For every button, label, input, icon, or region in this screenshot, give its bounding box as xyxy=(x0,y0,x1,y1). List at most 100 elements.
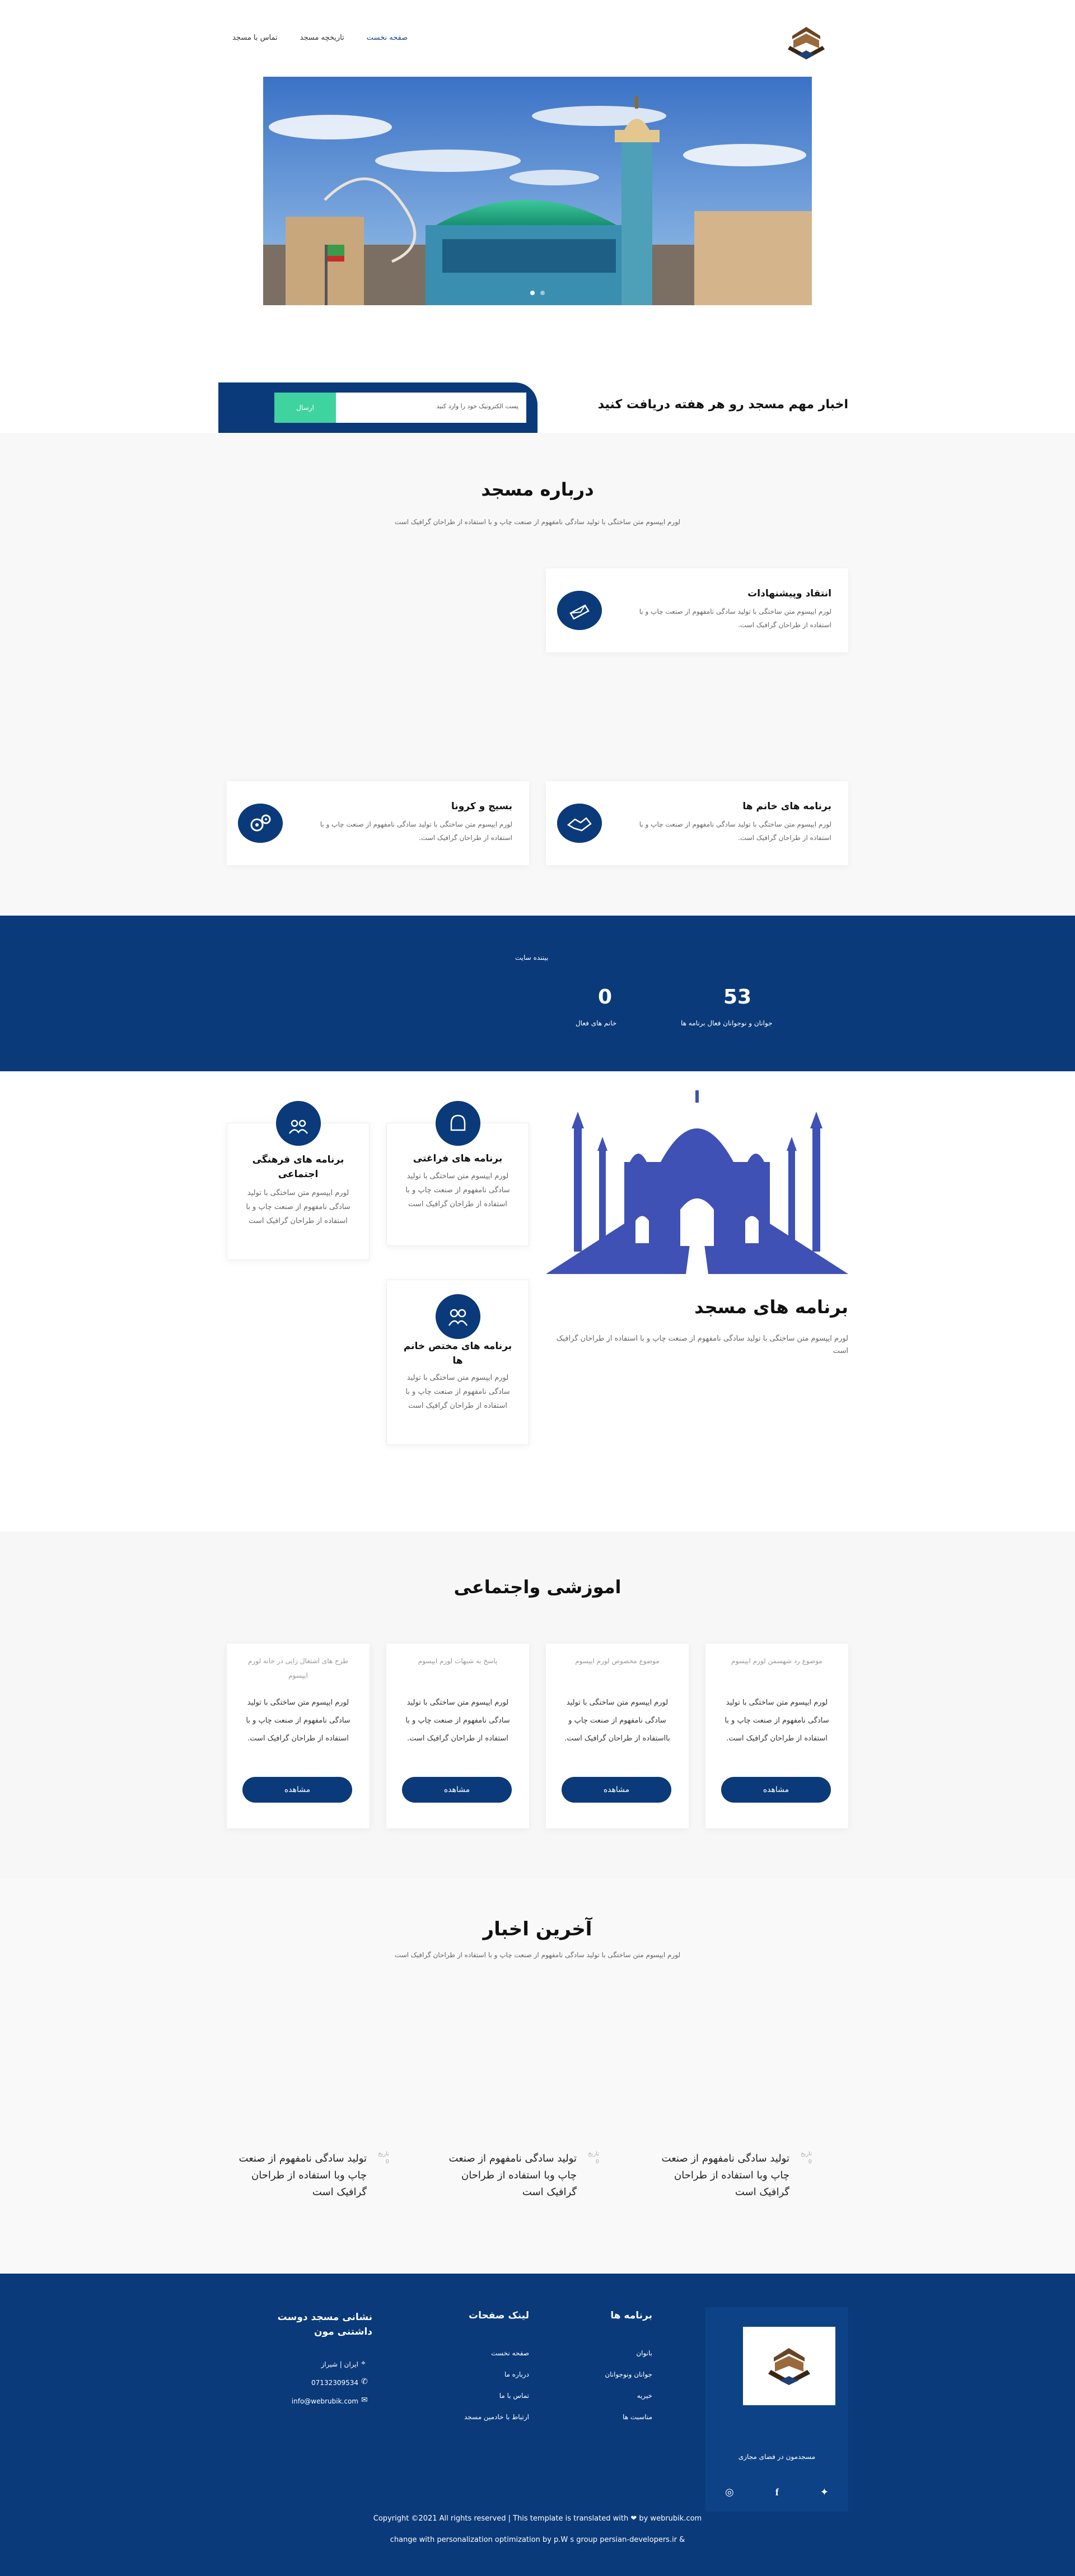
education-card: موضوع مخصوص لورم ایپسوم لورم ایپسوم متن … xyxy=(546,1644,689,1828)
about-subtitle: لورم ایپسوم متن ساختگی با تولید سادگی نا… xyxy=(394,518,681,526)
feature-text: لورم ایپسوم متن ساختگی با تولید سادگی نا… xyxy=(639,820,831,842)
program-card: برنامه های فرهنگی اجتماعی لورم ایپسوم مت… xyxy=(227,1101,370,1260)
news-headline[interactable]: تولید سادگی نامفهوم از صنعت چاپ وبا استف… xyxy=(232,2150,367,2201)
education-card-heading: طرح های اشتغال زایی در خانه لورم ایپسوم xyxy=(248,1657,348,1679)
slider-dot[interactable] xyxy=(530,291,535,295)
news-meta: تاریخ 0 xyxy=(588,2151,599,2165)
slider-dot[interactable] xyxy=(540,291,545,295)
feature-title: بسیج و کرونا xyxy=(451,801,512,812)
program-title: برنامه های فرهنگی اجتماعی xyxy=(252,1154,344,1180)
program-card: برنامه های فراغتی لورم ایپسوم متن ساختگی… xyxy=(386,1101,529,1246)
envelope-icon xyxy=(557,591,602,630)
footer-page-link[interactable]: درباره ما xyxy=(504,2370,529,2378)
footer-email[interactable]: info@webrubik.com xyxy=(292,2397,358,2405)
feature-text: لورم ایپسوم متن ساختگی با تولید سادگی نا… xyxy=(320,820,512,842)
hero-slider[interactable] xyxy=(263,77,812,305)
footer-phone[interactable]: 07132309534 xyxy=(311,2379,358,2387)
newsletter-submit-button[interactable]: ارسال xyxy=(274,393,336,423)
education-card-heading: موضوع رد شهسمن لورم ایپسوم xyxy=(731,1657,822,1665)
footer-links-title: لینک صفحات xyxy=(469,2310,529,2321)
bell-icon xyxy=(435,1101,480,1146)
feature-card: برنامه های خانم ها لورم ایپسوم متن ساختگ… xyxy=(546,781,848,865)
footer-page-link[interactable]: ارتباط با خادمین مسجد xyxy=(464,2413,529,2421)
location-icon: ⌖ xyxy=(361,2359,366,2368)
nav-home[interactable]: صفحه نخست xyxy=(367,34,408,42)
education-card-text: لورم ایپسوم متن ساختگی با تولید سادگی نا… xyxy=(405,1698,510,1743)
header-nav: تماس با مسجد تاریخچه مسجد صفحه نخست xyxy=(227,22,848,62)
mail-icon: ✉ xyxy=(361,2396,368,2405)
feature-title: برنامه های خانم ها xyxy=(742,801,831,812)
about-title: درباره مسجد xyxy=(481,479,594,500)
education-card-text: لورم ایپسوم متن ساختگی با تولید سادگی نا… xyxy=(725,1698,829,1743)
hero-image xyxy=(263,77,812,305)
newsletter-title: اخبار مهم مسجد رو هر هفته دریافت کنید xyxy=(597,398,848,412)
news-item[interactable]: تاریخ 0 تولید سادگی نامفهوم از صنعت چاپ و… xyxy=(221,2150,389,2206)
education-view-button[interactable]: مشاهده xyxy=(402,1777,512,1803)
program-text: لورم ایپسوم متن ساختگی با تولید سادگی نا… xyxy=(246,1189,350,1225)
nav-history[interactable]: تاریخچه مسجد xyxy=(300,34,344,42)
news-title: آخرین اخبار xyxy=(483,1918,592,1940)
feature-card: بسیج و کرونا لورم ایپسوم متن ساختگی با ت… xyxy=(227,781,529,865)
mosque-illustration xyxy=(546,1090,848,1274)
about-section xyxy=(0,433,1075,916)
instagram-icon[interactable]: ◎ xyxy=(725,2486,734,2498)
gears-icon xyxy=(238,804,283,843)
facebook-icon[interactable]: f xyxy=(775,2486,779,2498)
footer-brand-text: مسجدمون در فضای مجازی xyxy=(738,2453,816,2461)
people-icon xyxy=(275,1101,321,1146)
footer-logo xyxy=(743,2327,835,2405)
program-text: لورم ایپسوم متن ساختگی با تولید سادگی نا… xyxy=(405,1172,510,1208)
news-meta: تاریخ 0 xyxy=(801,2151,812,2165)
footer-socials: ◎ f ✦ xyxy=(725,2486,829,2498)
program-text: لورم ایپسوم متن ساختگی با تولید سادگی نا… xyxy=(405,1374,510,1410)
news-item[interactable]: تاریخ 0 تولید سادگی نامفهوم از صنعت چاپ و… xyxy=(431,2150,599,2206)
program-card: برنامه های مختص خانم ها لورم ایپسوم متن … xyxy=(386,1280,529,1445)
handshake-icon xyxy=(557,804,602,843)
footer-program-link[interactable]: مناسبت ها xyxy=(623,2413,652,2421)
site-logo[interactable] xyxy=(781,22,831,62)
education-view-button[interactable]: مشاهده xyxy=(562,1777,671,1803)
education-view-button[interactable]: مشاهده xyxy=(721,1777,831,1803)
stats-section: بیننده سایت 53 جوانان و نوجوانان فعال بر… xyxy=(0,916,1075,1071)
feature-card: انتقاد وپیشنهادات لورم ایپسوم متن ساختگی… xyxy=(546,568,848,652)
credit-text: change with personalization optimization… xyxy=(390,2536,685,2544)
education-card-heading: پاسخ به شبهات لورم ایپسوم xyxy=(418,1657,498,1665)
education-card: موضوع رد شهسمن لورم ایپسوم لورم ایپسوم م… xyxy=(705,1644,848,1828)
footer-page-link[interactable]: صفحه نخست xyxy=(491,2349,529,2357)
newsletter-email-input[interactable]: پست الکترونیک خود را وارد کنید xyxy=(336,393,526,423)
programs-title: برنامه های مسجد xyxy=(694,1296,848,1318)
news-item[interactable]: تاریخ 0 تولید سادگی نامفهوم از صنعت چاپ و… xyxy=(644,2150,812,2206)
footer-page-link[interactable]: تماس با ما xyxy=(499,2392,529,2400)
program-title: برنامه های مختص خانم ها xyxy=(403,1341,512,1366)
phone-icon: ✆ xyxy=(361,2377,368,2386)
footer-address: ایران | شیراز xyxy=(321,2360,358,2368)
footer: مسجدمون در فضای مجازی ◎ f ✦ برنامه ها با… xyxy=(0,2274,1075,2576)
program-title: برنامه های فراغتی xyxy=(413,1153,503,1164)
footer-program-link[interactable]: جوانان ونوجوانان xyxy=(605,2370,652,2378)
stats-label: بیننده سایت xyxy=(515,954,549,962)
news-headline[interactable]: تولید سادگی نامفهوم از صنعت چاپ وبا استف… xyxy=(442,2150,577,2201)
people-icon xyxy=(435,1294,480,1339)
footer-program-link[interactable]: خیریه xyxy=(637,2392,652,2400)
stat-caption: خانم های فعال xyxy=(576,1019,617,1027)
education-card-text: لورم ایپسوم متن ساختگی با تولید سادگی نا… xyxy=(564,1698,670,1743)
slider-dots xyxy=(263,291,812,295)
feature-title: انتقاد وپیشنهادات xyxy=(747,588,831,599)
news-meta: تاریخ 0 xyxy=(378,2151,389,2165)
education-card: طرح های اشتغال زایی در خانه لورم ایپسوم … xyxy=(227,1644,370,1828)
education-card: پاسخ به شبهات لورم ایپسوم لورم ایپسوم مت… xyxy=(386,1644,529,1828)
news-subtitle: لورم ایپسوم متن ساختگی با تولید سادگی نا… xyxy=(394,1951,681,1959)
news-headline[interactable]: تولید سادگی نامفهوم از صنعت چاپ وبا استف… xyxy=(655,2150,789,2201)
twitter-icon[interactable]: ✦ xyxy=(820,2486,829,2498)
education-view-button[interactable]: مشاهده xyxy=(242,1777,352,1803)
footer-brand-card: مسجدمون در فضای مجازی ◎ f ✦ xyxy=(705,2307,848,2512)
education-title: اموزشی واجتماعی xyxy=(454,1576,621,1598)
education-card-text: لورم ایپسوم متن ساختگی با تولید سادگی نا… xyxy=(246,1698,350,1743)
footer-program-link[interactable]: بانوان xyxy=(636,2349,652,2357)
stat-value: 53 xyxy=(723,986,752,1009)
footer-programs-title: برنامه ها xyxy=(610,2310,652,2321)
nav-links: تماس با مسجد تاریخچه مسجد صفحه نخست xyxy=(232,34,408,42)
education-card-heading: موضوع مخصوص لورم ایپسوم xyxy=(575,1657,660,1665)
nav-contact[interactable]: تماس با مسجد xyxy=(232,34,278,42)
stat-caption: جوانان و نوجوانان فعال برنامه ها xyxy=(681,1019,773,1027)
